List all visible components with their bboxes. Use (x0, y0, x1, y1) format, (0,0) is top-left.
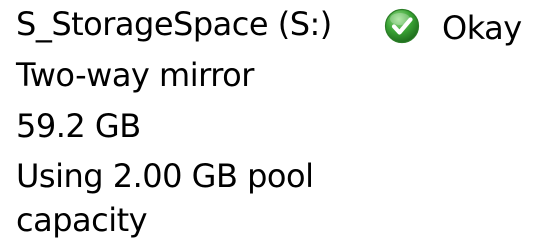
status-indicator: Okay (384, 6, 522, 46)
storage-space-name: S_StorageSpace (S:) (16, 5, 332, 43)
pool-usage-text-continued: capacity (16, 201, 148, 239)
checkmark-icon (384, 8, 420, 44)
status-label: Okay (442, 9, 522, 47)
pool-usage-text: Using 2.00 GB pool (16, 157, 314, 195)
capacity-size: 59.2 GB (16, 107, 141, 145)
resiliency-type: Two-way mirror (16, 56, 254, 94)
storage-space-details: S_StorageSpace (S:) Okay Two-way mirror … (0, 0, 550, 243)
